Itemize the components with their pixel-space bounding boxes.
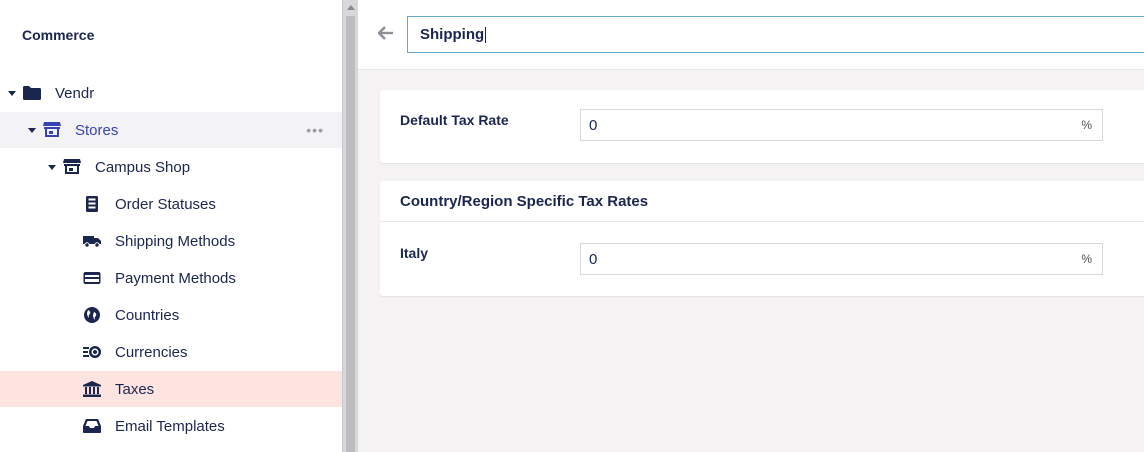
region-tax-card: Country/Region Specific Tax Rates Italy …	[380, 181, 1144, 296]
credit-card-icon	[83, 270, 101, 286]
scroll-up-arrow-icon[interactable]	[347, 5, 355, 10]
country-tax-value: 0	[589, 250, 598, 268]
name-input-value: Shipping	[420, 26, 485, 43]
tree-item-order-statuses[interactable]: Order Statuses	[0, 186, 342, 222]
country-label-italy: Italy	[400, 245, 429, 261]
caret-down-icon[interactable]	[28, 128, 36, 133]
default-tax-value: 0	[589, 116, 598, 134]
tree-item-countries[interactable]: Countries	[0, 297, 342, 333]
region-tax-title: Country/Region Specific Tax Rates	[400, 193, 649, 210]
inbox-icon	[83, 418, 101, 434]
tree-item-payment-methods[interactable]: Payment Methods	[0, 260, 342, 296]
tree-item-label: Payment Methods	[115, 269, 236, 287]
tree-item-label: Stores	[75, 121, 119, 139]
sidebar-scrollbar[interactable]	[342, 0, 358, 452]
store-icon	[43, 122, 61, 138]
bank-icon	[83, 381, 101, 397]
coins-icon	[83, 344, 101, 360]
caret-down-icon[interactable]	[48, 165, 56, 170]
text-cursor	[485, 26, 487, 43]
tree-item-label: Order Statuses	[115, 195, 216, 213]
percent-unit: %	[1081, 118, 1092, 132]
default-tax-input[interactable]: 0 %	[580, 109, 1103, 141]
tree-item-label: Campus Shop	[95, 158, 191, 176]
editor-header: Shipping	[358, 0, 1144, 70]
name-input[interactable]: Shipping	[407, 16, 1144, 53]
truck-icon	[83, 233, 101, 249]
globe-icon	[83, 307, 101, 323]
folder-icon	[23, 85, 41, 101]
default-tax-card: Default Tax Rate 0 %	[380, 90, 1144, 163]
back-arrow-icon[interactable]	[377, 26, 394, 40]
tree-item-label: Currencies	[115, 343, 188, 361]
scrollbar-thumb[interactable]	[346, 16, 355, 452]
store-icon	[63, 159, 81, 175]
country-tax-input-italy[interactable]: 0 %	[580, 243, 1103, 275]
caret-down-icon[interactable]	[8, 91, 16, 96]
sidebar: Commerce Vendr Stores ••• Campus Shop Or…	[0, 0, 342, 452]
card-header: Country/Region Specific Tax Rates	[380, 181, 1144, 222]
tree-item-label: Shipping Methods	[115, 232, 236, 250]
tree-item-label: Email Templates	[115, 417, 225, 435]
tree-item-campus-shop[interactable]: Campus Shop	[0, 149, 342, 185]
tree-item-currencies[interactable]: Currencies	[0, 334, 342, 370]
tree-item-label: Taxes	[115, 380, 155, 398]
main-panel: Shipping Default Tax Rate 0 % Country/Re…	[358, 0, 1144, 452]
tree-item-stores[interactable]: Stores •••	[0, 112, 342, 148]
tree-item-vendr[interactable]: Vendr	[0, 75, 342, 111]
tree-item-label: Vendr	[55, 84, 95, 102]
tree-item-email-templates[interactable]: Email Templates	[0, 408, 342, 444]
section-title: Commerce	[22, 27, 95, 43]
percent-unit: %	[1081, 252, 1092, 266]
tree-item-label: Countries	[115, 306, 180, 324]
clipboard-icon	[83, 196, 101, 212]
default-tax-label: Default Tax Rate	[400, 112, 509, 128]
more-options-icon[interactable]: •••	[306, 122, 324, 138]
tree-item-taxes[interactable]: Taxes	[0, 371, 342, 407]
tree-item-shipping-methods[interactable]: Shipping Methods	[0, 223, 342, 259]
